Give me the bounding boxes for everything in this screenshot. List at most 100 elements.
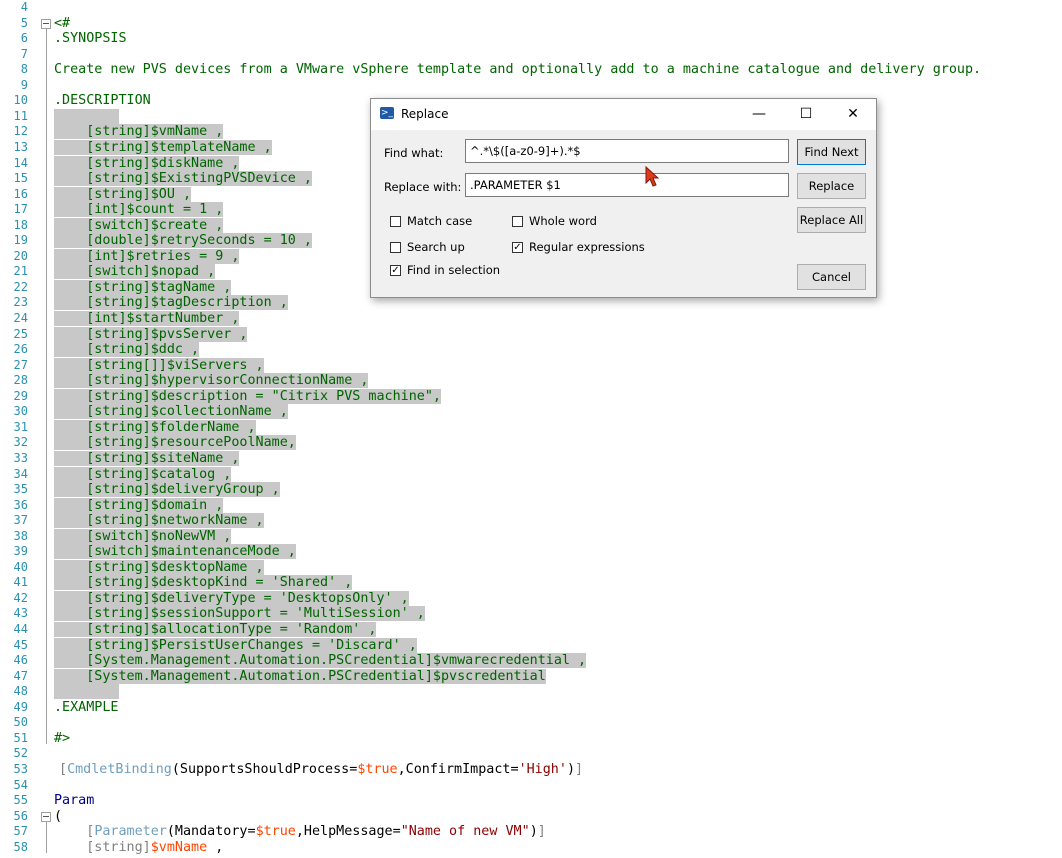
code-line: [string]$deliveryType = 'DesktopsOnly' , <box>54 590 409 607</box>
bracket: [ <box>59 761 68 777</box>
line-number: 12 <box>13 124 28 139</box>
comment-text: [string]$description = "Citrix PVS machi… <box>54 388 441 404</box>
code-line: .SYNOPSIS <box>54 31 127 47</box>
line-number: 9 <box>20 77 28 92</box>
maximize-button[interactable]: ☐ <box>783 99 829 130</box>
comment-text: [double]$retrySeconds = 10 , <box>54 233 312 249</box>
whole-word-checkbox[interactable] <box>512 216 523 227</box>
line-number: 58 <box>13 839 28 854</box>
comment-text: [switch]$noNewVM , <box>54 528 232 544</box>
line-number: 21 <box>13 264 28 279</box>
code-line: #> <box>54 731 70 747</box>
replace-with-input[interactable] <box>465 173 789 197</box>
line-number: 32 <box>13 435 28 450</box>
line-number: 37 <box>13 513 28 528</box>
code-line: [string]$vmName , <box>54 840 223 856</box>
match-case-checkbox[interactable] <box>390 216 401 227</box>
comment-text: .EXAMPLE <box>54 699 119 715</box>
code-line: [string]$desktopKind = 'Shared' , <box>54 575 353 591</box>
comment-text: [string]$networkName , <box>54 513 264 529</box>
find-in-selection-checkbox[interactable]: ✓ <box>390 265 401 276</box>
comment-text: [string]$desktopName , <box>54 559 264 575</box>
comment-text: [string]$ExistingPVSDevice , <box>54 171 312 187</box>
code-line: [CmdletBinding(SupportsShouldProcess=$tr… <box>59 762 583 778</box>
code-line <box>54 684 119 700</box>
code-line: [string]$description = "Citrix PVS machi… <box>54 388 441 405</box>
search-up-checkbox[interactable] <box>390 242 401 253</box>
regex-checkbox[interactable]: ✓ <box>512 242 523 253</box>
minimize-button[interactable]: — <box>736 99 782 130</box>
comment-text <box>54 684 119 700</box>
line-number: 45 <box>13 637 28 652</box>
code-line: [string]$domain , <box>54 497 224 514</box>
comment-text: [string]$sessionSupport = 'MultiSession'… <box>54 606 425 622</box>
code-line: [string]$sessionSupport = 'MultiSession'… <box>54 606 425 622</box>
bracket: ] <box>575 761 584 777</box>
code-line: [string]$ddc , <box>54 342 200 358</box>
line-number: 57 <box>13 824 28 839</box>
fold-toggle-icon[interactable] <box>41 18 51 29</box>
code-line: <# <box>54 16 70 32</box>
line-number: 6 <box>20 31 28 46</box>
code-line: [string]$deliveryGroup , <box>54 482 280 498</box>
code-line: [string]$tagDescription , <box>54 295 288 311</box>
line-number: 22 <box>13 279 28 294</box>
code-token: ,HelpMessage= <box>295 824 401 840</box>
find-in-selection-label: Find in selection <box>407 263 501 277</box>
fold-toggle-icon[interactable] <box>41 811 51 822</box>
line-number: 14 <box>13 155 28 170</box>
code-line: [string]$OU , <box>54 186 192 203</box>
comment-text: [string]$templateName , <box>54 139 272 155</box>
find-what-input[interactable] <box>465 139 789 163</box>
comment-text: [string]$pvsServer , <box>54 326 248 342</box>
code-line: [string]$templateName , <box>54 139 272 156</box>
fold-guide <box>46 28 47 744</box>
replace-button[interactable]: Replace <box>797 173 866 199</box>
code-line: [string]$vmName , <box>54 124 224 140</box>
string-literal: 'High' <box>518 761 567 777</box>
line-number: 15 <box>13 171 28 186</box>
comment-text: .DESCRIPTION <box>54 93 151 109</box>
comment-text: <# <box>54 15 71 31</box>
line-number: 56 <box>13 808 28 823</box>
code-token: ) <box>566 761 575 777</box>
code-line: [string]$tagName , <box>54 279 232 296</box>
comment-text: [string]$PersistUserChanges = 'Discard' … <box>54 637 417 653</box>
code-token: (SupportsShouldProcess= <box>171 761 358 777</box>
find-next-button[interactable]: Find Next <box>797 139 866 165</box>
line-number: 39 <box>13 544 28 559</box>
line-number: 27 <box>13 357 28 372</box>
line-number: 18 <box>13 217 28 232</box>
comment-text: [System.Management.Automation.PSCredenti… <box>54 668 546 684</box>
line-number: 42 <box>13 590 28 605</box>
variable: $true <box>255 824 296 840</box>
line-number: 46 <box>13 653 28 668</box>
code-token: ) <box>529 824 538 840</box>
dialog-titlebar[interactable]: >_ Replace — ☐ ✕ <box>371 99 876 130</box>
regex-label: Regular expressions <box>529 240 645 254</box>
code-line: Create new PVS devices from a VMware vSp… <box>54 62 981 78</box>
line-number: 52 <box>13 746 28 761</box>
maximize-icon: ☐ <box>799 106 813 122</box>
line-number: 47 <box>13 668 28 683</box>
comment-text: [int]$startNumber , <box>54 311 240 326</box>
comment-text: [string]$deliveryGroup , <box>54 482 280 498</box>
code-line: [string]$ExistingPVSDevice , <box>54 171 312 187</box>
code-token: , <box>207 839 224 855</box>
replace-dialog: >_ Replace — ☐ ✕ Find what: Replace with… <box>370 98 877 298</box>
line-number: 54 <box>13 777 28 792</box>
variable: $vmName <box>150 839 208 855</box>
line-number: 41 <box>13 575 28 590</box>
comment-text: [string]$desktopKind = 'Shared' , <box>54 575 353 591</box>
line-number: 51 <box>13 730 28 745</box>
line-number: 48 <box>13 684 28 699</box>
code-line: [string]$networkName , <box>54 513 264 529</box>
cancel-button[interactable]: Cancel <box>797 264 866 290</box>
close-button[interactable]: ✕ <box>830 99 876 130</box>
comment-text: [switch]$nopad , <box>54 264 216 280</box>
code-line: [switch]$create , <box>54 217 224 234</box>
comment-text: [int]$retries = 9 , <box>54 248 240 264</box>
fold-guide <box>46 821 47 853</box>
code-line: [double]$retrySeconds = 10 , <box>54 233 312 249</box>
replace-all-button[interactable]: Replace All <box>797 207 866 233</box>
